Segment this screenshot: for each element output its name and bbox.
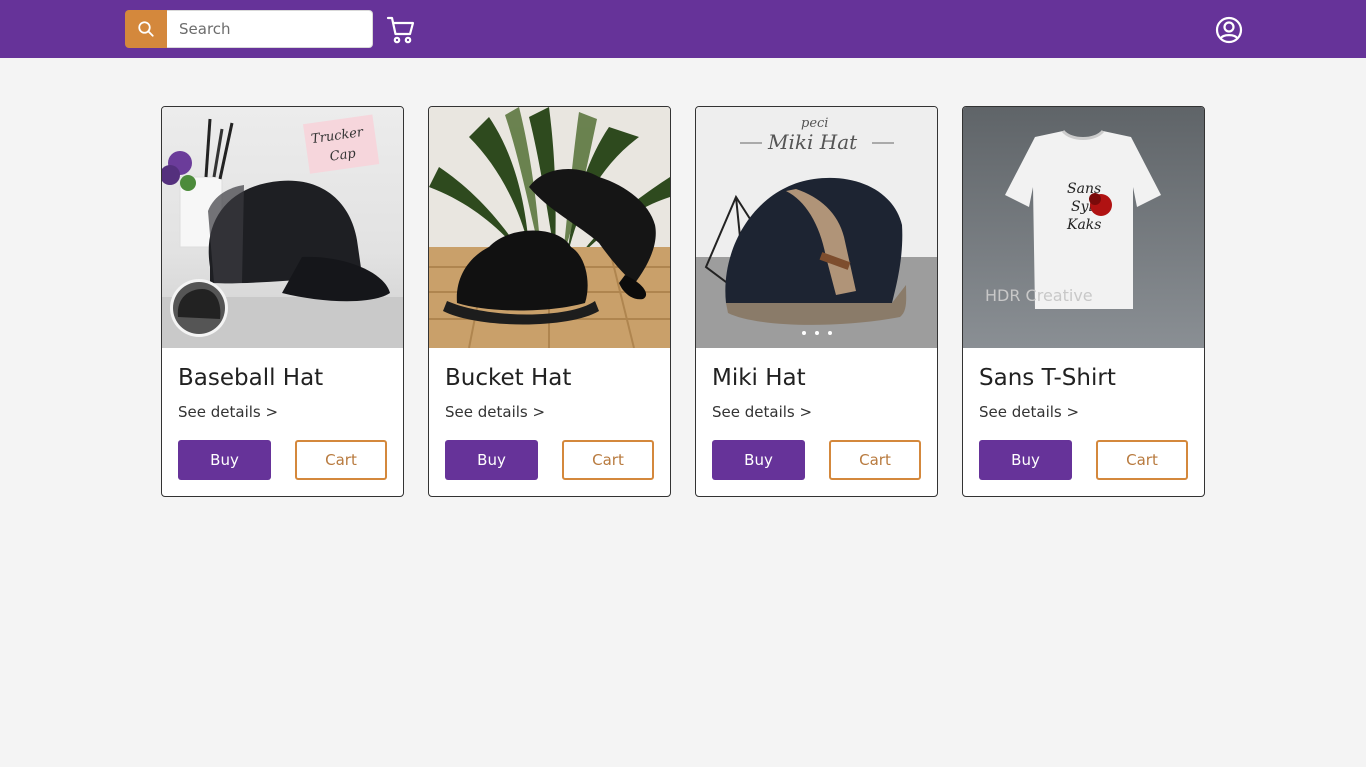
see-details-link[interactable]: See details > <box>712 403 812 421</box>
product-card: Bucket Hat See details > Buy Cart <box>428 106 671 497</box>
buy-button[interactable]: Buy <box>712 440 805 480</box>
watermark-text: HDR Creative <box>985 286 1093 305</box>
baseball-hat-image[interactable]: Trucker Cap <box>162 107 403 348</box>
miki-hat-image[interactable]: peci Miki Hat <box>696 107 937 348</box>
buy-button[interactable]: Buy <box>178 440 271 480</box>
see-details-link[interactable]: See details > <box>445 403 545 421</box>
buy-button[interactable]: Buy <box>979 440 1072 480</box>
shopping-cart-icon[interactable] <box>386 15 416 45</box>
search-icon <box>138 21 154 37</box>
search-bar <box>125 10 373 48</box>
product-card: peci Miki Hat Miki Hat See details > Buy… <box>695 106 938 497</box>
add-to-cart-button[interactable]: Cart <box>295 440 387 480</box>
product-title: Sans T-Shirt <box>979 365 1116 391</box>
search-input[interactable] <box>167 10 373 48</box>
image-caption-text: peci <box>801 116 828 131</box>
buy-button[interactable]: Buy <box>445 440 538 480</box>
product-card: Sans Syl Kaks HDR Creative Sans T-Shirt … <box>962 106 1205 497</box>
add-to-cart-button[interactable]: Cart <box>562 440 654 480</box>
product-title: Miki Hat <box>712 365 806 391</box>
search-button[interactable] <box>125 10 167 48</box>
see-details-link[interactable]: See details > <box>979 403 1079 421</box>
top-navigation-bar <box>0 0 1366 58</box>
user-account-icon[interactable] <box>1215 16 1243 44</box>
sans-tshirt-image[interactable]: Sans Syl Kaks HDR Creative <box>963 107 1204 348</box>
add-to-cart-button[interactable]: Cart <box>1096 440 1188 480</box>
add-to-cart-button[interactable]: Cart <box>829 440 921 480</box>
bucket-hat-image[interactable] <box>429 107 670 348</box>
image-caption-text: Miki Hat <box>767 130 858 154</box>
product-title: Bucket Hat <box>445 365 572 391</box>
shirt-print-text: Kaks <box>1066 217 1101 233</box>
product-title: Baseball Hat <box>178 365 324 391</box>
see-details-link[interactable]: See details > <box>178 403 278 421</box>
product-card: Trucker Cap Baseball Hat See details > B… <box>161 106 404 497</box>
